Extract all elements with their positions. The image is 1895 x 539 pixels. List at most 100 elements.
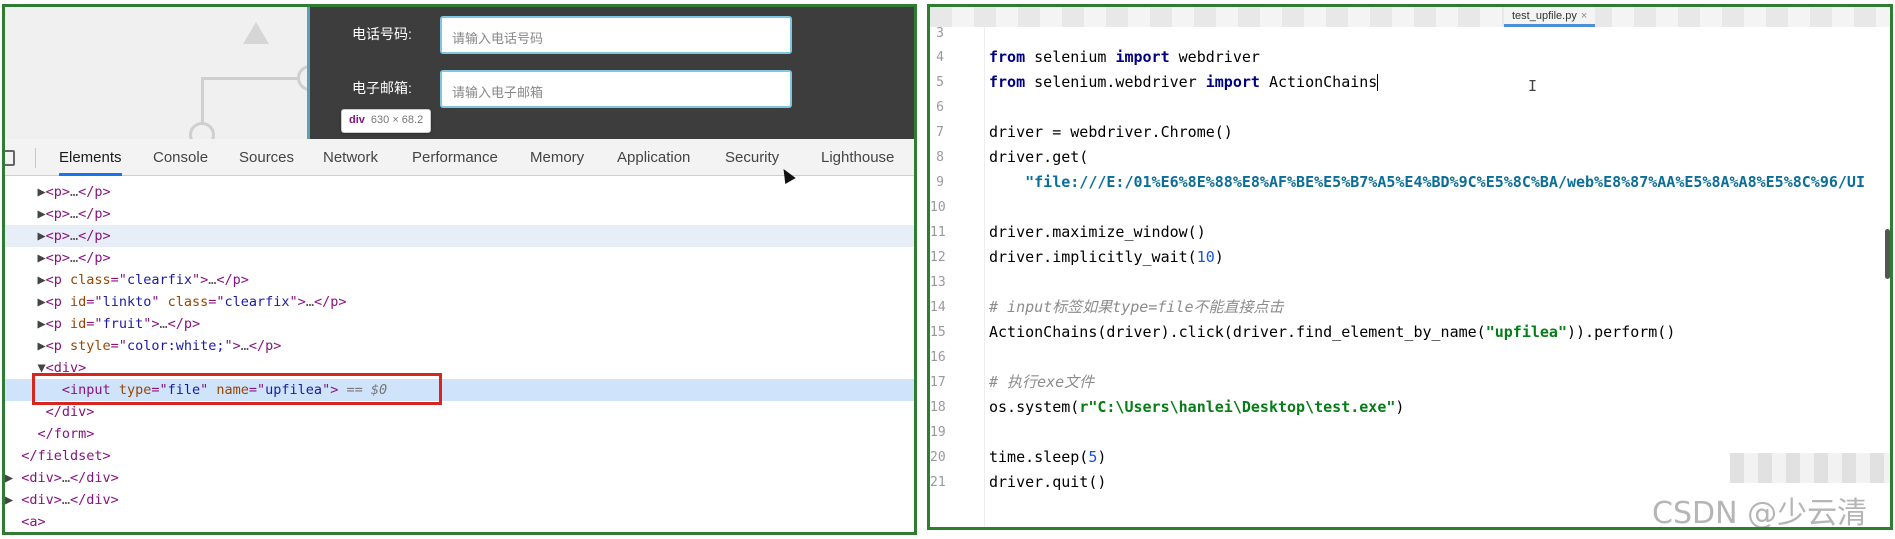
code-text: ) — [1214, 248, 1224, 266]
code-text: )).perform() — [1566, 323, 1676, 341]
line-number: 3 — [936, 26, 944, 41]
tab-lighthouse[interactable]: Lighthouse — [821, 139, 894, 176]
highlight-box — [32, 373, 442, 405]
tab-memory[interactable]: Memory — [530, 139, 584, 176]
line-number: 15 — [930, 325, 946, 340]
line-number: 13 — [930, 275, 946, 290]
inspect-element-icon[interactable] — [5, 150, 15, 166]
tab-security[interactable]: Security — [725, 139, 779, 176]
code-line: 16 — [930, 345, 1890, 370]
tab-sources[interactable]: Sources — [239, 139, 294, 176]
code-text: driver.implicitly_wait( — [989, 248, 1197, 266]
line-number: 21 — [930, 475, 946, 490]
dom-node[interactable]: ▶<p>…</p> — [5, 225, 914, 247]
line-number: 12 — [930, 250, 946, 265]
line-number: 16 — [930, 350, 946, 365]
dom-node[interactable]: ▶<p id="linkto" class="clearfix">…</p> — [5, 291, 914, 313]
tooltip-tag: div — [349, 114, 365, 126]
code-line: 19 — [930, 420, 1890, 445]
dom-node[interactable]: ▶<p style="color:white;">…</p> — [5, 335, 914, 357]
dom-tree: ▶<p>…</p> ▶<p>…</p> ▶<p>…</p> ▶<p>…</p> … — [5, 177, 914, 532]
connector-node — [189, 122, 215, 139]
code-line: 6 — [930, 95, 1890, 120]
dom-node[interactable]: ▶<p>…</p> — [5, 247, 914, 269]
email-row: 电子邮箱: 请输入电子邮箱 — [310, 67, 914, 108]
line-number: 17 — [930, 375, 946, 390]
code-text: selenium.webdriver — [1025, 73, 1206, 91]
dom-node[interactable]: ▶<p>…</p> — [5, 181, 914, 203]
code-text: ) — [1097, 448, 1107, 466]
dom-node[interactable]: ▶<p class="clearfix">…</p> — [5, 269, 914, 291]
dom-node[interactable]: </fieldset> — [5, 445, 914, 467]
email-input[interactable]: 请输入电子邮箱 — [440, 70, 792, 108]
code-line: 15 ActionChains(driver).click(driver.find… — [930, 320, 1890, 345]
line-number: 14 — [930, 300, 946, 315]
devtools-tabbar: Elements Console Sources Network Perform… — [5, 139, 914, 176]
string-literal: "file:///E:/01%E6%8E%88%E8%AF%BE%E5%B7%A… — [989, 173, 1865, 191]
string-literal: "upfilea" — [1485, 323, 1567, 341]
tab-elements[interactable]: Elements — [59, 139, 122, 176]
scrollbar-thumb[interactable] — [1885, 229, 1890, 279]
number-literal: 10 — [1196, 248, 1215, 266]
devtools-panel: 电话号码: 请输入电话号码 电子邮箱: 请输入电子邮箱 div 630 × 68.… — [2, 4, 917, 535]
string-literal: r"C:\Users\hanlei\Desktop\test.exe" — [1079, 398, 1396, 416]
code-line: 9 "file:///E:/01%E6%8E%88%E8%AF%BE%E5%B7… — [930, 170, 1890, 195]
phone-row: 电话号码: 请输入电话号码 — [310, 13, 914, 54]
code-line: 14 # input标签如果type=file不能直接点击 — [930, 295, 1890, 320]
code-text: ActionChains — [1259, 73, 1378, 91]
line-number: 10 — [930, 200, 946, 215]
dom-node[interactable]: <a> — [5, 511, 914, 532]
keyword: import — [1205, 73, 1260, 91]
code-text: driver.get( — [989, 148, 1089, 166]
phone-input[interactable]: 请输入电话号码 — [440, 16, 792, 54]
code-comment: # 执行exe文件 — [989, 373, 1095, 391]
code-line: 18 os.system(r"C:\Users\hanlei\Desktop\te… — [930, 395, 1890, 420]
tab-network[interactable]: Network — [323, 139, 378, 176]
line-number: 4 — [936, 50, 944, 65]
tab-performance[interactable]: Performance — [412, 139, 498, 176]
keyword: from — [989, 73, 1026, 91]
text-caret — [1377, 74, 1379, 91]
keyword: from — [989, 48, 1026, 66]
tooltip-dims: 630 × 68.2 — [370, 114, 424, 126]
code-line: 7 driver = webdriver.Chrome() — [930, 120, 1890, 145]
code-editor: test_upfile.py × 3 4 from selenium import … — [927, 4, 1893, 530]
code-comment: # input标签如果type=file不能直接点击 — [989, 298, 1284, 316]
tab-console[interactable]: Console — [153, 139, 208, 176]
tab-application[interactable]: Application — [617, 139, 690, 176]
code-text: driver = webdriver.Chrome() — [989, 123, 1233, 141]
dom-node[interactable]: ▶<p id="fruit">…</p> — [5, 313, 914, 335]
dom-node[interactable]: </form> — [5, 423, 914, 445]
tab-separator — [35, 148, 36, 168]
code-line: 10 — [930, 195, 1890, 220]
blurred-region — [1730, 453, 1890, 483]
code-text: ActionChains(driver).click(driver.find_e… — [989, 323, 1486, 341]
code-line: 5 from selenium.webdriver import ActionCh… — [930, 70, 1890, 95]
code-text: os.system( — [989, 398, 1080, 416]
dom-node[interactable]: ▶ <div>…</div> — [5, 467, 914, 489]
code-line: 17 # 执行exe文件 — [930, 370, 1890, 395]
code-line: 3 — [930, 21, 1890, 46]
code-text: selenium — [1025, 48, 1116, 66]
line-number: 8 — [936, 150, 944, 165]
code-line: 4 from selenium import webdriver — [930, 45, 1890, 70]
email-label: 电子邮箱: — [352, 80, 412, 96]
code-text: driver.quit() — [989, 473, 1107, 491]
code-line: 11 driver.maximize_window() — [930, 220, 1890, 245]
dom-node[interactable]: ▶<p>…</p> — [5, 203, 914, 225]
line-number: 19 — [930, 425, 946, 440]
code-text: driver.maximize_window() — [989, 223, 1206, 241]
watermark: CSDN @少云清 — [1652, 496, 1868, 530]
keyword: import — [1115, 48, 1170, 66]
phone-label: 电话号码: — [352, 26, 412, 42]
triangle-shape — [243, 22, 269, 44]
code-text: webdriver — [1169, 48, 1260, 66]
dom-node[interactable]: ▶ <div>…</div> — [5, 489, 914, 511]
line-number: 11 — [930, 225, 946, 240]
code-line: 8 driver.get( — [930, 145, 1890, 170]
line-number: 20 — [930, 450, 946, 465]
line-number: 5 — [936, 75, 944, 90]
code-line: 12 driver.implicitly_wait(10) — [930, 245, 1890, 270]
connector-line — [201, 77, 311, 80]
text-cursor-icon: I — [1528, 77, 1538, 95]
